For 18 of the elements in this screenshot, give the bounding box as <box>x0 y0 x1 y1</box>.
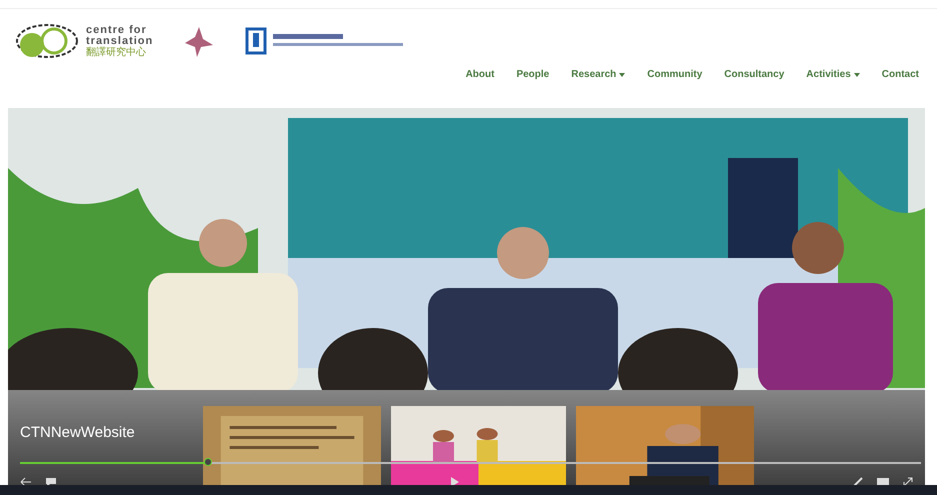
nav-link[interactable]: Consultancy <box>724 69 784 80</box>
logo-text: 翻譯研究中心 <box>86 46 147 58</box>
nav-link[interactable]: Research <box>571 69 626 80</box>
nav-link[interactable]: Contact <box>882 69 919 80</box>
comment-icon[interactable] <box>46 478 56 485</box>
nav-link[interactable]: About <box>466 69 494 80</box>
caret-icon <box>619 72 626 76</box>
nav-link[interactable]: People <box>516 69 550 80</box>
ctn-logo-icon <box>14 21 80 61</box>
share-icon[interactable] <box>20 477 32 485</box>
caret-icon <box>854 72 860 76</box>
fullscreen-icon[interactable] <box>903 477 913 485</box>
logo-text: centre for <box>86 24 148 36</box>
nav-link[interactable]: Community <box>647 69 702 80</box>
video-title: CTNNewWebsite <box>20 424 135 441</box>
nav-link[interactable]: Activities <box>806 69 860 80</box>
logo-text: translation <box>86 36 154 46</box>
edit-icon[interactable] <box>853 477 863 485</box>
